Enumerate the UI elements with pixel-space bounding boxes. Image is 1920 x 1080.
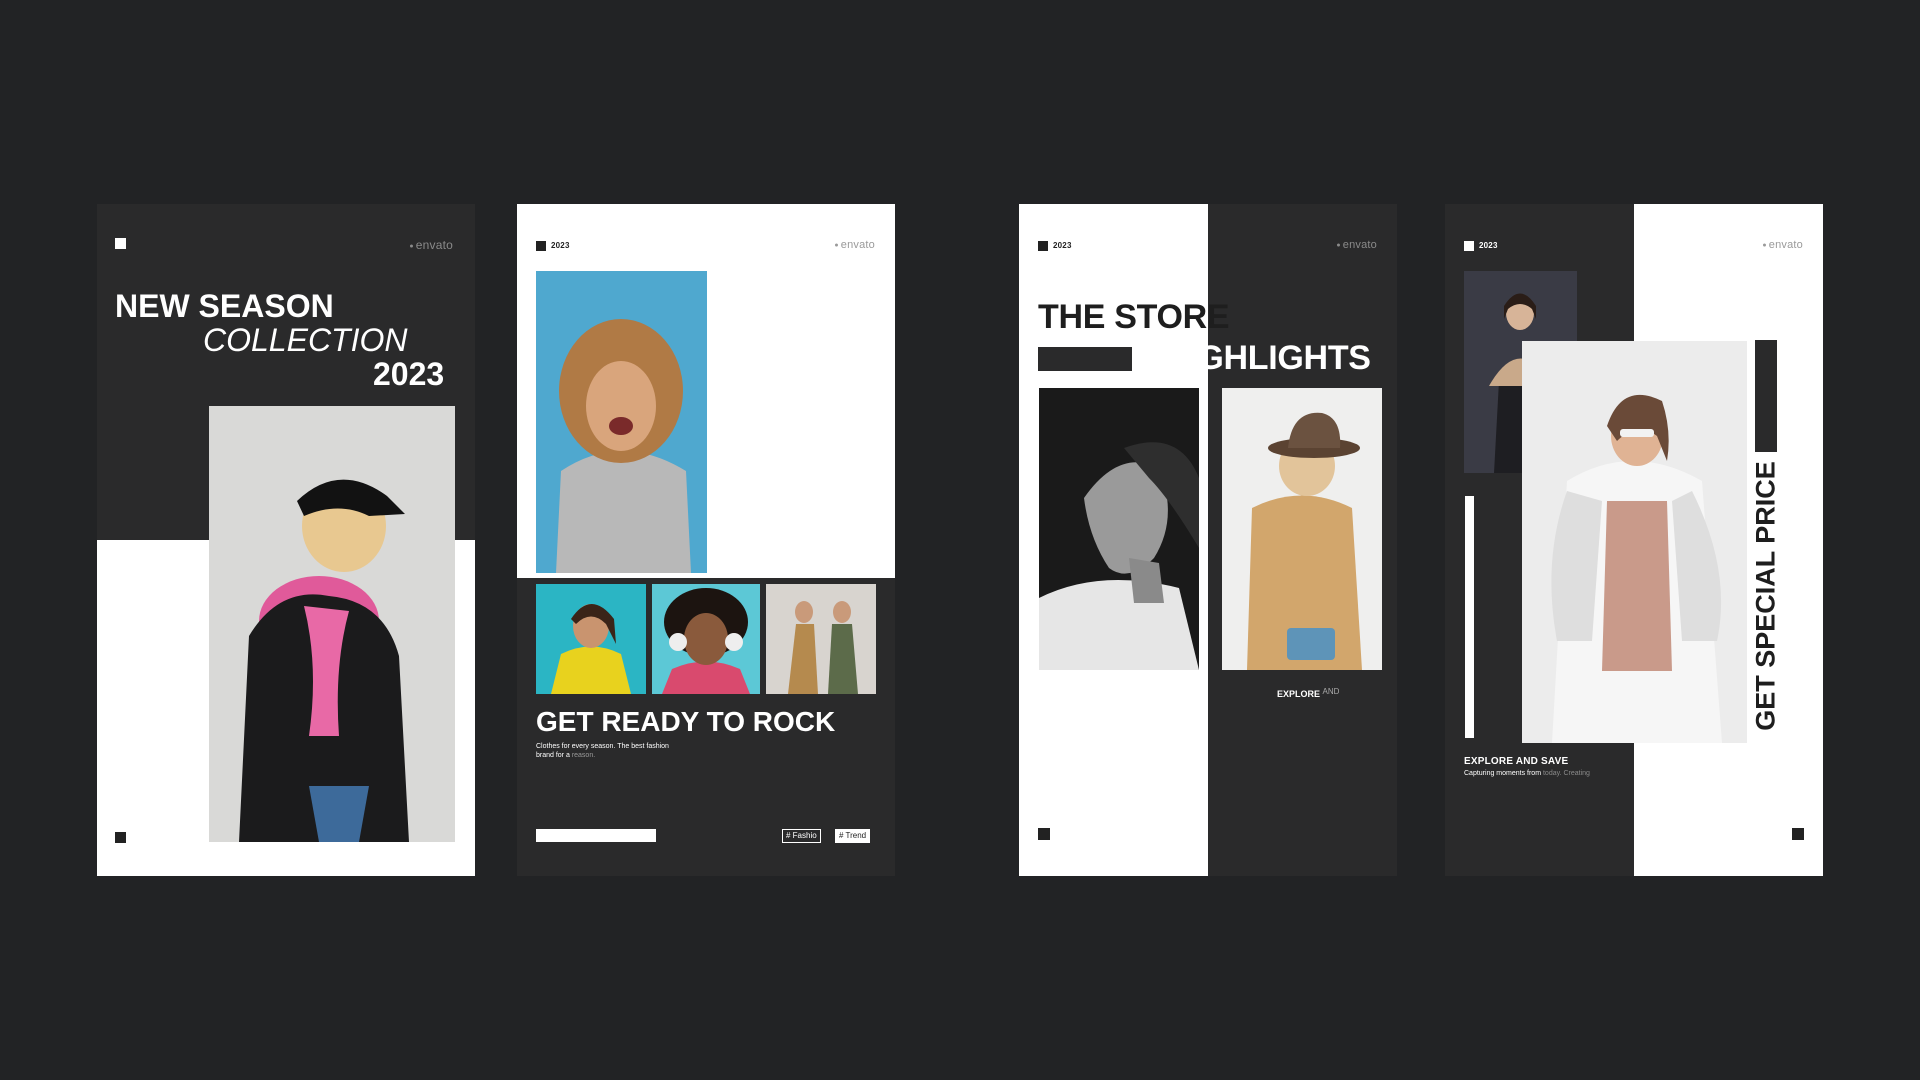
- model-photo-headphones: [652, 584, 760, 694]
- body-line-2: brand for a reason.: [536, 752, 596, 759]
- hashtag-fashion[interactable]: # Fashio: [782, 829, 821, 843]
- corner-square-icon: [1038, 828, 1050, 840]
- envato-logo: envato: [1336, 239, 1377, 251]
- year-label: 2023: [1053, 241, 1072, 250]
- headline-collection: COLLECTION: [203, 322, 408, 358]
- model-photo-brown-hat: [1222, 388, 1382, 670]
- model-photo-black-jacket: [209, 406, 455, 842]
- caption-explore: EXPLORE AND: [1277, 687, 1340, 699]
- accent-bar: [1038, 347, 1132, 371]
- body-copy: Clothes for every season. The best fashi…: [536, 742, 669, 760]
- envato-logo: envato: [1762, 239, 1803, 251]
- accent-bar-vertical: [1465, 496, 1474, 738]
- story-card-store-highlights[interactable]: 2023 envato THE STORE HIGHLIGHTS EXPLORE…: [1019, 204, 1397, 876]
- body-line-1: Clothes for every season. The best fashi…: [536, 743, 669, 750]
- corner-square-icon: [115, 238, 126, 249]
- envato-logo: envato: [409, 238, 453, 252]
- corner-square-icon: [1464, 241, 1474, 251]
- accent-bar-dark: [1755, 340, 1777, 452]
- headline-highlights: HIGHLIGHTS: [1164, 339, 1371, 377]
- model-photo-two-models: [766, 584, 876, 694]
- envato-logo: envato: [834, 239, 875, 251]
- caption-explore-save: EXPLORE AND SAVE: [1464, 756, 1569, 767]
- story-card-new-season[interactable]: envato NEW SEASON COLLECTION 2023: [97, 204, 475, 876]
- headline-the-store: THE STORE: [1038, 298, 1230, 336]
- corner-square-icon: [1038, 241, 1048, 251]
- corner-square-icon: [115, 832, 126, 843]
- corner-square-icon: [536, 241, 546, 251]
- year-label: 2023: [1479, 241, 1498, 250]
- story-card-get-ready[interactable]: 2023 envato: [517, 204, 895, 876]
- headline-get-ready: GET READY TO ROCK: [536, 706, 836, 737]
- headline-year: 2023: [373, 356, 445, 392]
- model-photo-fur-coat: [1522, 341, 1747, 743]
- headline-get-special-price: GET SPECIAL PRICE: [1750, 461, 1781, 731]
- headline-new-season: NEW SEASON: [115, 288, 334, 324]
- model-photo-curly-hair: [536, 271, 707, 573]
- progress-bar: [536, 829, 656, 842]
- year-label: 2023: [551, 241, 570, 250]
- model-photo-yellow-shirt: [536, 584, 646, 694]
- sub-caption: Capturing moments from today. Creating: [1464, 770, 1590, 777]
- corner-square-icon: [1792, 828, 1804, 840]
- model-photo-black-white: [1039, 388, 1199, 670]
- hashtag-trend[interactable]: # Trend: [835, 829, 871, 843]
- story-card-special-price[interactable]: 2023 envato GET SPECIAL PRICE EXPLORE AN…: [1445, 204, 1823, 876]
